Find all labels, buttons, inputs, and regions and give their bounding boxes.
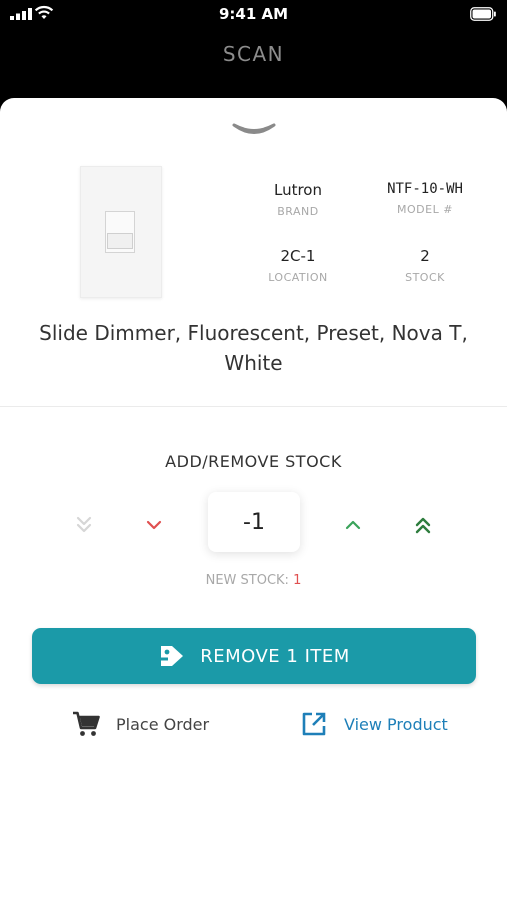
new-stock-value: 1	[293, 573, 302, 588]
stock-value: 2	[420, 247, 430, 265]
double-chevron-down-icon	[76, 516, 92, 533]
place-order-label: Place Order	[116, 714, 210, 734]
battery-icon	[470, 7, 496, 21]
model-value: NTF-10-WH	[387, 181, 463, 197]
view-product-label: View Product	[344, 714, 448, 734]
location-label: LOCATION	[268, 271, 328, 284]
chevron-up-icon	[345, 520, 361, 530]
collapse-handle-icon[interactable]	[230, 122, 278, 138]
model-spec: NTF-10-WH MODEL #	[365, 181, 485, 216]
stock-label: STOCK	[405, 271, 445, 284]
tag-icon	[158, 646, 184, 666]
chevron-down-icon	[146, 520, 162, 530]
location-spec: 2C-1 LOCATION	[238, 247, 358, 284]
increase-button[interactable]	[340, 512, 366, 538]
external-link-icon	[302, 712, 326, 736]
dimmer-knob	[107, 233, 133, 249]
add-remove-stock-title: ADD/REMOVE STOCK	[165, 452, 342, 471]
product-name: Slide Dimmer, Fluorescent, Preset, Nova …	[39, 321, 468, 375]
brand-spec: Lutron BRAND	[238, 181, 358, 218]
view-product-link[interactable]: View Product	[300, 710, 448, 738]
double-chevron-up-icon	[415, 517, 431, 534]
product-image	[80, 166, 162, 298]
cart-icon	[73, 711, 100, 736]
location-value: 2C-1	[280, 247, 316, 265]
status-bar: 9:41 AM	[0, 0, 507, 30]
quantity-input[interactable]: -1	[208, 492, 300, 552]
place-order-link[interactable]: Place Order	[72, 710, 209, 738]
remove-item-label: REMOVE 1 ITEM	[200, 645, 350, 667]
brand-value: Lutron	[273, 181, 322, 199]
status-time: 9:41 AM	[218, 5, 289, 23]
remove-item-button[interactable]: REMOVE 1 ITEM	[32, 628, 476, 684]
model-label: MODEL #	[397, 203, 453, 216]
increase-fast-button[interactable]	[410, 512, 436, 538]
stock-spec: 2 STOCK	[365, 247, 485, 284]
new-stock-summary: NEW STOCK: 1	[0, 573, 507, 588]
decrease-fast-button[interactable]	[71, 512, 97, 538]
brand-label: BRAND	[277, 205, 319, 218]
new-stock-label: NEW STOCK:	[205, 573, 289, 588]
screen-title: SCAN	[222, 42, 285, 66]
section-divider	[0, 406, 507, 407]
decrease-button[interactable]	[141, 512, 167, 538]
